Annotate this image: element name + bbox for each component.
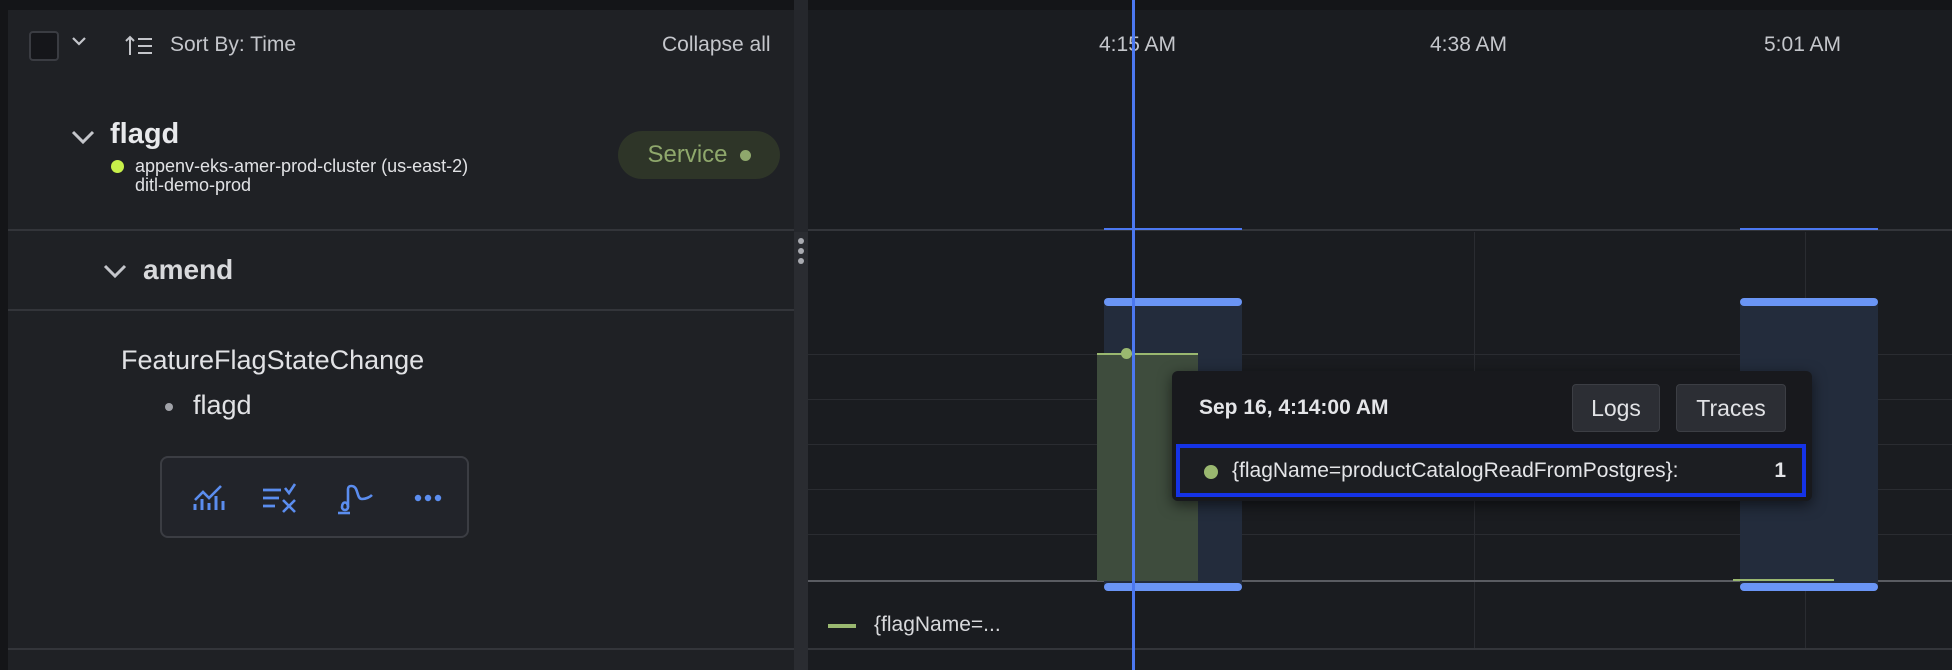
- bullet-dot: [165, 403, 173, 411]
- service-status-dot: [111, 160, 124, 173]
- filter-x-icon[interactable]: [258, 476, 302, 520]
- tooltip-series-value: 1: [1774, 459, 1786, 482]
- function-icon[interactable]: [333, 476, 377, 520]
- series-line: [1733, 579, 1834, 581]
- left-panel: [0, 0, 794, 670]
- event-action-toolbar: [160, 456, 469, 538]
- group-name[interactable]: amend: [143, 254, 233, 286]
- time-tick: 5:01 AM: [1764, 33, 1842, 56]
- range-marker[interactable]: [1740, 583, 1878, 591]
- time-tick: 4:38 AM: [1430, 33, 1508, 56]
- service-cluster: appenv-eks-amer-prod-cluster (us-east-2): [135, 156, 469, 176]
- time-tick: 4:15 AM: [1099, 33, 1177, 56]
- splitter-top: [794, 0, 808, 232]
- divider: [8, 309, 794, 311]
- hover-tooltip: Sep 16, 4:14:00 AM Logs Traces {flagName…: [1172, 371, 1812, 501]
- service-badge: Service: [618, 131, 780, 179]
- service-name[interactable]: flagd: [110, 118, 179, 151]
- time-cursor[interactable]: [1132, 0, 1135, 670]
- logs-button[interactable]: Logs: [1572, 384, 1660, 432]
- range-marker[interactable]: [1104, 583, 1242, 591]
- service-collapse-chevron-icon[interactable]: [70, 128, 96, 151]
- legend-label[interactable]: {flagName=...: [874, 613, 1001, 637]
- select-dropdown-chevron-icon[interactable]: [70, 34, 88, 53]
- range-marker: [1104, 228, 1242, 230]
- data-point[interactable]: [1121, 348, 1132, 359]
- top-strip: [0, 0, 1952, 10]
- select-all-checkbox[interactable]: [29, 31, 59, 61]
- service-namespace: ditl-demo-prod: [135, 175, 252, 195]
- divider: [8, 229, 1952, 231]
- event-source: flagd: [193, 390, 252, 420]
- sort-label[interactable]: Sort By: Time: [170, 33, 296, 57]
- legend-swatch: [828, 624, 856, 628]
- panel-splitter[interactable]: [794, 232, 808, 670]
- divider: [8, 648, 1952, 650]
- event-name: FeatureFlagStateChange: [121, 345, 425, 375]
- range-marker[interactable]: [1104, 298, 1242, 306]
- group-collapse-chevron-icon[interactable]: [102, 262, 128, 285]
- more-icon[interactable]: [406, 476, 450, 520]
- tooltip-timestamp: Sep 16, 4:14:00 AM: [1199, 396, 1389, 419]
- collapse-all-button[interactable]: Collapse all: [662, 33, 771, 57]
- series-dot: [1204, 465, 1218, 479]
- traces-button[interactable]: Traces: [1676, 384, 1786, 432]
- service-badge-label: Service: [647, 141, 728, 168]
- sort-icon[interactable]: [124, 33, 154, 64]
- chart-icon[interactable]: [187, 476, 231, 520]
- left-edge-bar: [0, 0, 8, 670]
- drag-handle-icon[interactable]: [797, 236, 805, 273]
- range-marker: [1740, 228, 1878, 230]
- tooltip-series-row[interactable]: {flagName=productCatalogReadFromPostgres…: [1176, 444, 1806, 497]
- tooltip-series-name: {flagName=productCatalogReadFromPostgres…: [1232, 459, 1679, 482]
- range-marker[interactable]: [1740, 298, 1878, 306]
- series-line: [1097, 353, 1198, 355]
- service-badge-dot: [739, 149, 751, 161]
